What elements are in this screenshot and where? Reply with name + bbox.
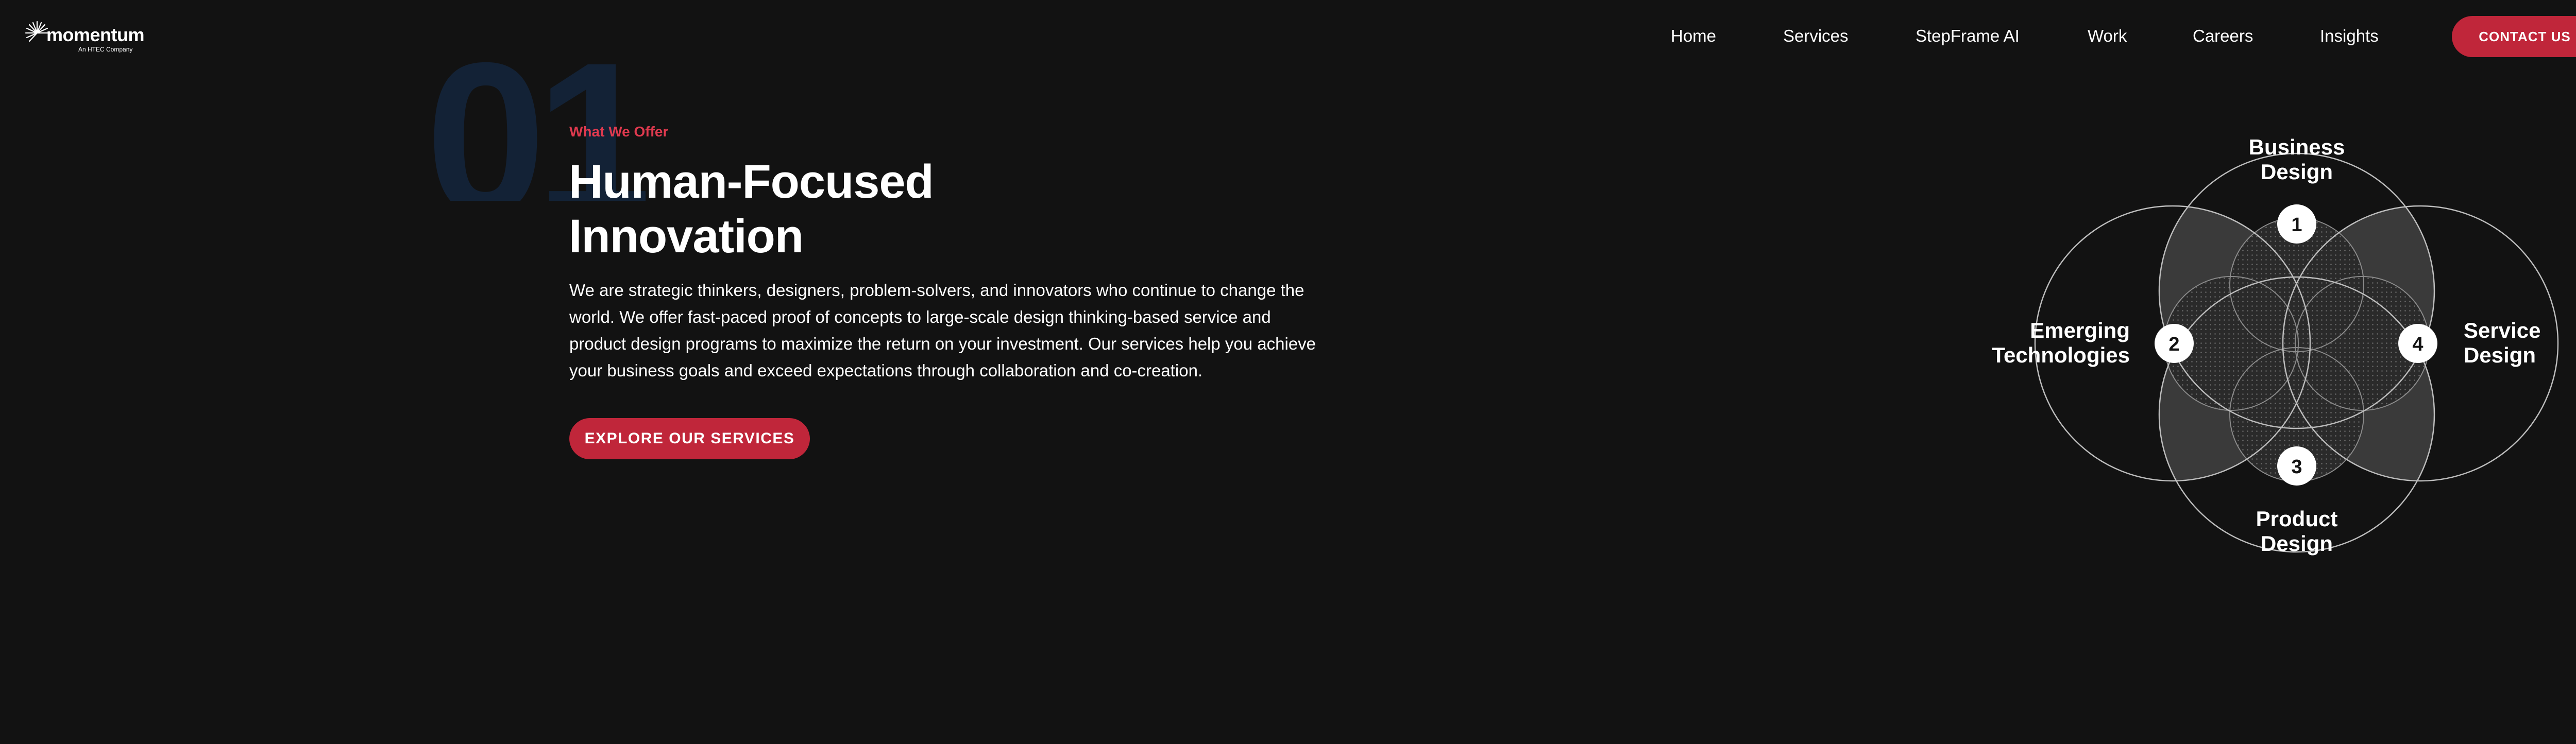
section-title-line2: Innovation xyxy=(569,210,804,263)
explore-services-button[interactable]: EXPLORE OUR SERVICES xyxy=(569,418,810,459)
section-eyebrow: What We Offer xyxy=(569,124,669,140)
nav-item-work[interactable]: Work xyxy=(2088,26,2127,46)
badge-2[interactable]: 2 xyxy=(2155,324,2194,363)
brand-logo[interactable]: momentum An HTEC Company xyxy=(24,20,145,56)
label-service-design-line2: Design xyxy=(2464,343,2536,367)
brand-tagline: An HTEC Company xyxy=(78,46,133,53)
badge-4-number: 4 xyxy=(2412,334,2423,355)
label-service-design-line1: Service xyxy=(2464,318,2540,342)
services-venn-diagram: Business Design Emerging Technologies Pr… xyxy=(1958,72,2576,618)
label-emerging-technologies-line1: Emerging xyxy=(2030,318,2130,342)
section-title: Human-Focused Innovation xyxy=(569,154,1032,264)
site-header: momentum An HTEC Company Home Services S… xyxy=(0,0,2576,73)
badge-2-number: 2 xyxy=(2168,334,2179,355)
badge-1-number: 1 xyxy=(2291,214,2302,236)
badge-3[interactable]: 3 xyxy=(2277,446,2316,486)
nav-item-services[interactable]: Services xyxy=(1783,26,1849,46)
nav-item-insights[interactable]: Insights xyxy=(2320,26,2379,46)
label-business-design-line1: Business xyxy=(2249,135,2345,159)
badge-3-number: 3 xyxy=(2291,456,2302,478)
badge-4[interactable]: 4 xyxy=(2398,324,2437,363)
contact-us-button[interactable]: CONTACT US xyxy=(2452,16,2576,57)
label-emerging-technologies-line2: Technologies xyxy=(1992,343,2130,367)
badge-1[interactable]: 1 xyxy=(2277,204,2316,244)
section-body: We are strategic thinkers, designers, pr… xyxy=(569,281,1316,380)
label-business-design-line2: Design xyxy=(2261,160,2333,184)
label-product-design-line2: Design xyxy=(2261,531,2333,556)
brand-name: momentum xyxy=(46,24,145,45)
nav-item-home[interactable]: Home xyxy=(1671,26,1716,46)
nav-item-stepframe-ai[interactable]: StepFrame AI xyxy=(1916,26,2020,46)
nav-item-careers[interactable]: Careers xyxy=(2193,26,2253,46)
label-product-design-line1: Product xyxy=(2256,507,2338,531)
section-title-line1: Human-Focused xyxy=(569,155,934,208)
